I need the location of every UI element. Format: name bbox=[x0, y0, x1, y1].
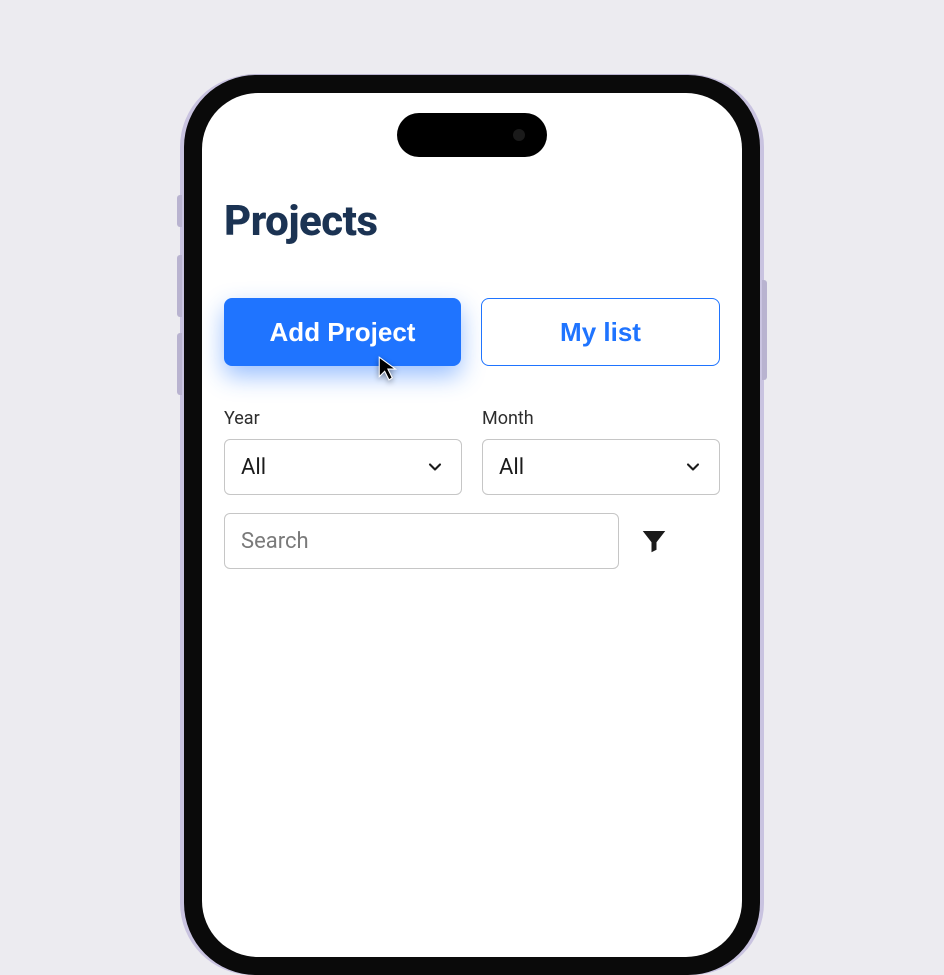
filter-icon[interactable] bbox=[639, 526, 669, 556]
chevron-down-icon bbox=[683, 457, 703, 477]
search-placeholder: Search bbox=[241, 529, 309, 554]
screen: Projects Add Project My list Year All bbox=[202, 93, 742, 957]
my-list-label: My list bbox=[560, 317, 641, 348]
month-filter: Month All bbox=[482, 408, 720, 495]
search-input[interactable]: Search bbox=[224, 513, 619, 569]
side-button bbox=[177, 333, 182, 395]
add-project-label: Add Project bbox=[270, 317, 416, 348]
year-filter: Year All bbox=[224, 408, 462, 495]
year-select[interactable]: All bbox=[224, 439, 462, 495]
add-project-button[interactable]: Add Project bbox=[224, 298, 461, 366]
action-row: Add Project My list bbox=[224, 298, 720, 366]
search-row: Search bbox=[224, 513, 720, 569]
year-label: Year bbox=[224, 408, 462, 429]
side-button bbox=[177, 255, 182, 317]
app-content: Projects Add Project My list Year All bbox=[224, 197, 720, 569]
page-title: Projects bbox=[224, 197, 720, 246]
phone-frame: Projects Add Project My list Year All bbox=[184, 75, 760, 975]
side-button bbox=[762, 280, 767, 380]
my-list-button[interactable]: My list bbox=[481, 298, 720, 366]
month-value: All bbox=[499, 455, 524, 480]
month-label: Month bbox=[482, 408, 720, 429]
chevron-down-icon bbox=[425, 457, 445, 477]
year-value: All bbox=[241, 455, 266, 480]
month-select[interactable]: All bbox=[482, 439, 720, 495]
dynamic-island bbox=[397, 113, 547, 157]
side-button bbox=[177, 195, 182, 227]
filter-row: Year All Month All bbox=[224, 408, 720, 495]
